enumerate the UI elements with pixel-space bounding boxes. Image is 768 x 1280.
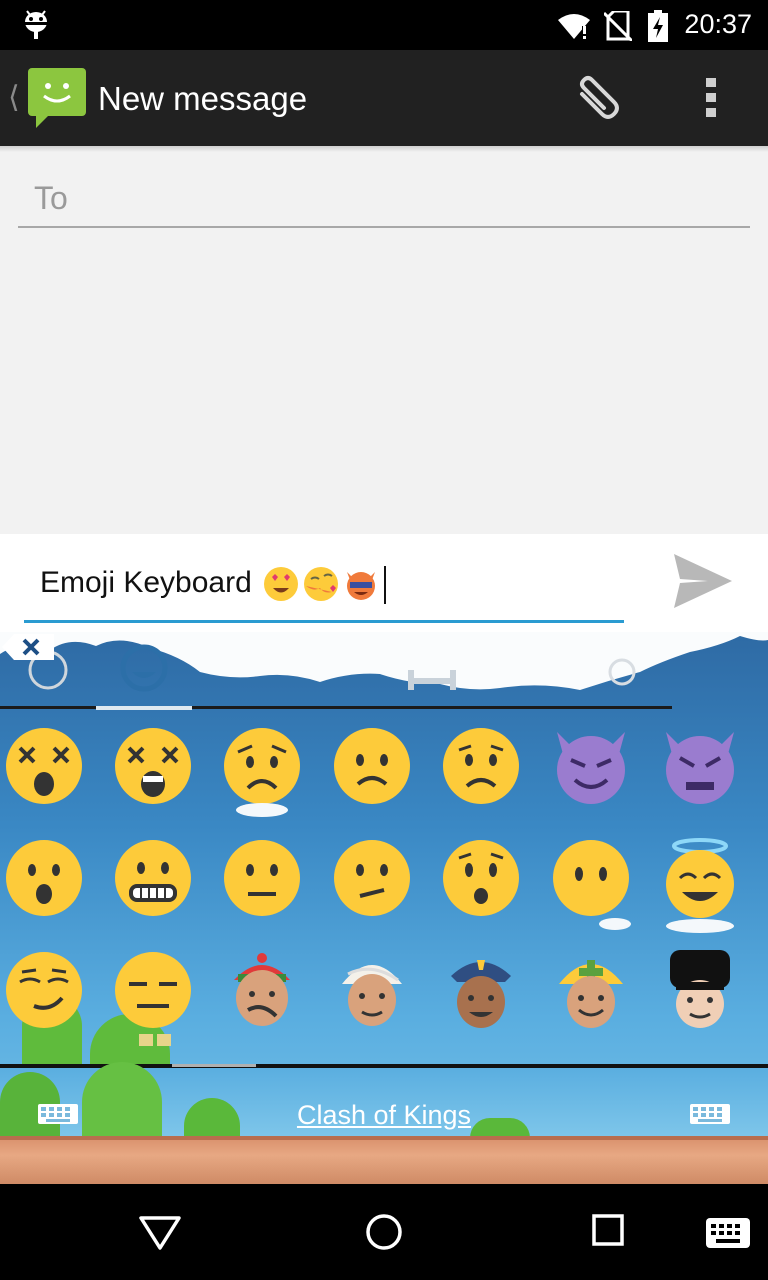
emoji-smiling-imp[interactable] (541, 714, 651, 826)
emoji-dizzy-face[interactable] (0, 714, 104, 826)
android-debug-icon (25, 10, 47, 39)
recipient-field[interactable] (18, 170, 768, 228)
text-cursor (384, 566, 386, 604)
page-indicator (172, 1064, 256, 1067)
battery-charging-icon (648, 10, 668, 42)
emoji-face-without-mouth[interactable] (541, 826, 651, 938)
emoji-grid (0, 714, 768, 1066)
action-bar-shadow (0, 146, 768, 152)
heart-eyes-emoji (264, 567, 298, 601)
ground-decoration (0, 1136, 768, 1184)
status-bar: 20:37 (0, 0, 768, 50)
recents-icon[interactable] (590, 1212, 626, 1250)
emoji-grimacing-face[interactable] (103, 826, 213, 938)
emoji-neutral-face[interactable] (212, 826, 322, 938)
emoji-frowning-face[interactable] (322, 714, 432, 826)
emoji-hushed-face[interactable] (0, 826, 104, 938)
promo-banner: Clash of Kings (0, 1100, 768, 1131)
overflow-menu-icon[interactable] (700, 76, 724, 120)
keyboard-switch-icon[interactable] (706, 1218, 750, 1248)
emoji-smiling-face-with-halo[interactable] (650, 826, 760, 938)
attach-icon[interactable] (572, 74, 628, 124)
emoji-keyboard: Clash of Kings (0, 632, 768, 1184)
wifi-icon (558, 14, 590, 39)
recipient-input[interactable] (18, 170, 768, 226)
nature-icon[interactable] (604, 654, 640, 690)
objects-icon[interactable] (406, 662, 460, 692)
backspace-icon[interactable] (0, 632, 56, 662)
emoji-police-officer[interactable] (431, 938, 541, 1050)
clock: 20:37 (684, 9, 752, 39)
ground-edge (0, 1136, 768, 1140)
no-sim-icon (604, 11, 632, 41)
action-bar: ⟨ New message (0, 50, 768, 146)
emoji-man-with-gua-pi-mao[interactable] (212, 938, 322, 1050)
screen-title: New message (98, 80, 308, 117)
imp-emoji (347, 572, 375, 600)
compose-bar: Emoji Keyboard (0, 534, 768, 632)
message-text[interactable]: Emoji Keyboard (40, 566, 252, 600)
message-emojis (262, 564, 386, 604)
home-icon[interactable] (364, 1212, 404, 1252)
active-category-indicator (96, 706, 192, 710)
clouds-decoration (0, 632, 768, 690)
chevron-left-icon[interactable]: ⟨ (8, 80, 20, 115)
category-bar (0, 632, 768, 710)
emoji-confused-face[interactable] (431, 714, 541, 826)
keyboard-footer: Clash of Kings (0, 1062, 768, 1184)
kissing-emoji (304, 567, 338, 601)
emoji-man-with-turban[interactable] (322, 938, 432, 1050)
emoji-angry-imp[interactable] (650, 714, 760, 826)
smileys-icon[interactable] (118, 644, 170, 692)
emoji-dizzy-face-open-mouth[interactable] (103, 714, 213, 826)
emoji-worried-face[interactable] (212, 714, 322, 826)
emoji-smirking-face[interactable] (0, 938, 104, 1050)
messaging-app-icon[interactable] (28, 68, 88, 128)
emoji-construction-worker[interactable] (541, 938, 651, 1050)
emoji-confused-face-2[interactable] (322, 826, 432, 938)
promo-link[interactable]: Clash of Kings (297, 1100, 471, 1130)
navigation-bar (0, 1184, 768, 1280)
emoji-guardsman[interactable] (650, 938, 760, 1050)
send-icon[interactable] (672, 552, 734, 610)
emoji-expressionless-face[interactable] (103, 938, 213, 1050)
emoji-astonished-face[interactable] (431, 826, 541, 938)
message-field[interactable]: Emoji Keyboard (24, 554, 624, 623)
keyboard-icon[interactable] (690, 1104, 730, 1124)
back-icon[interactable] (138, 1212, 182, 1252)
